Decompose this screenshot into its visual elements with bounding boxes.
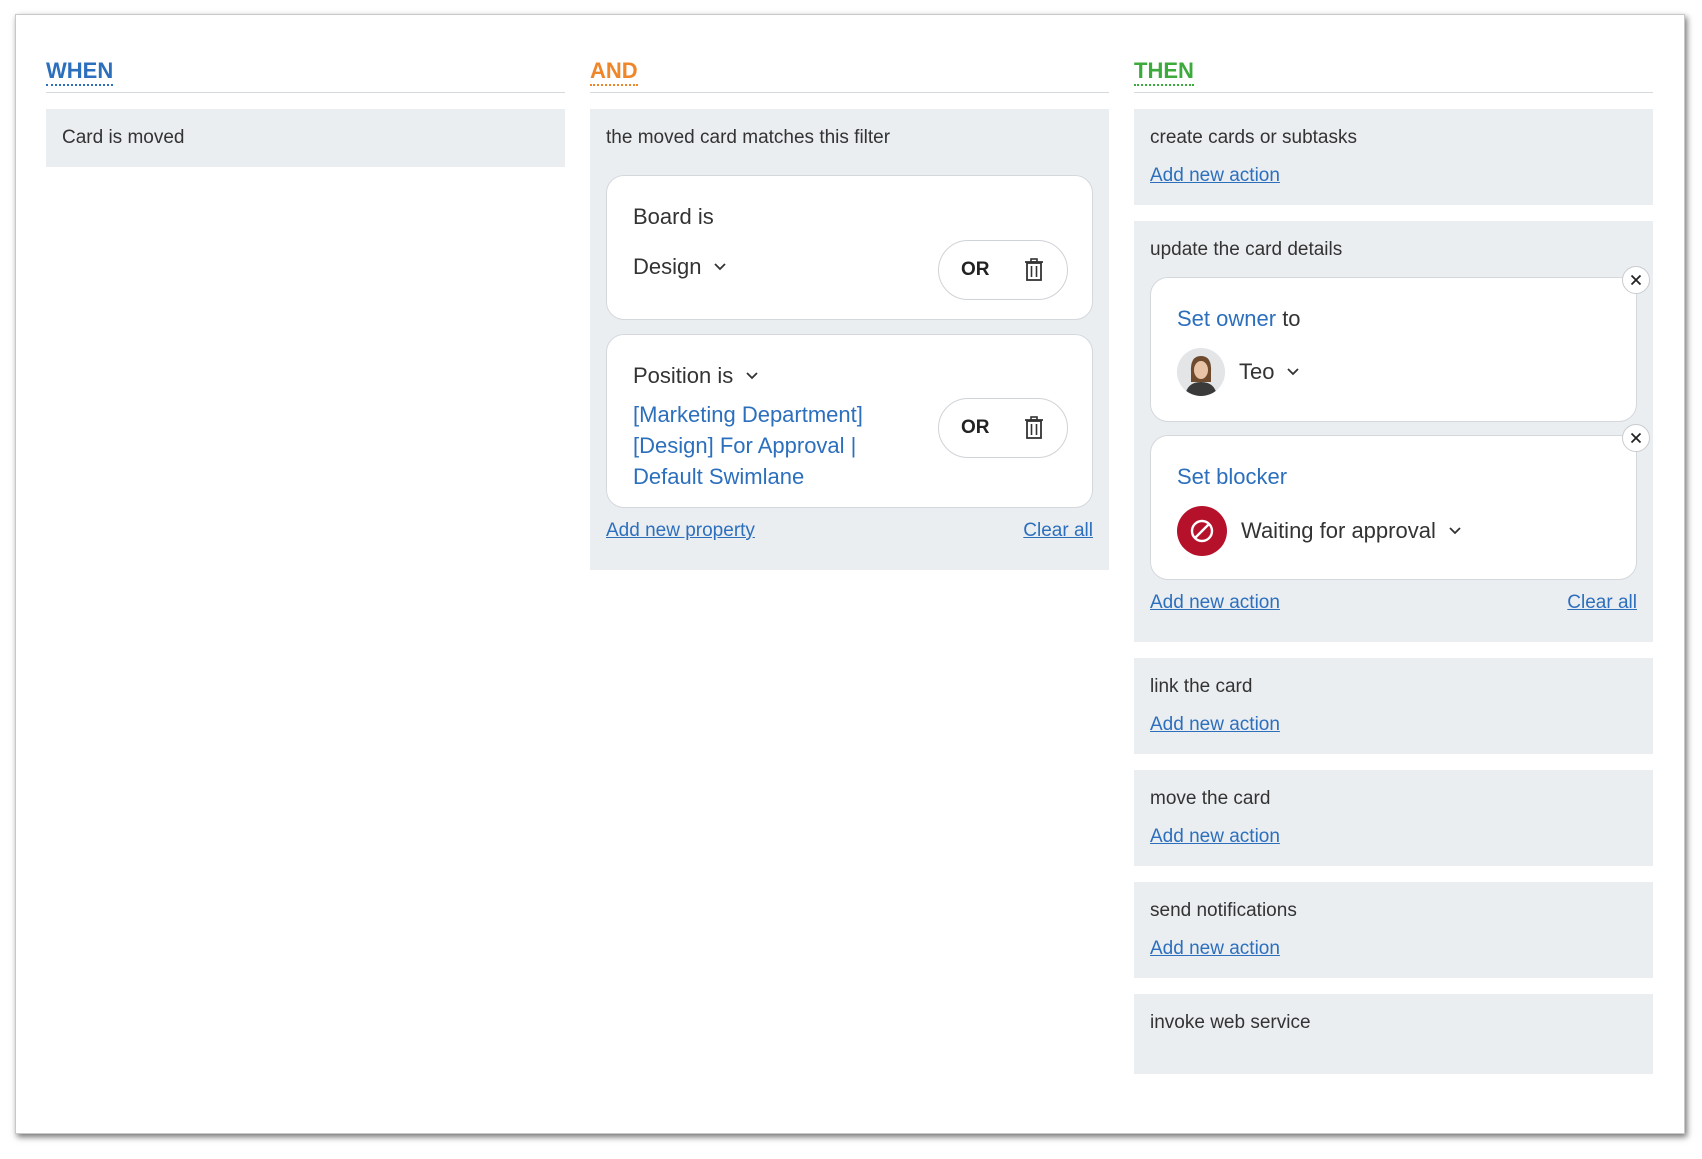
filter-section: the moved card matches this filter Board… — [590, 109, 1109, 570]
when-column: WHEN Card is moved — [46, 45, 565, 167]
add-new-action-link[interactable]: Add new action — [1150, 165, 1280, 186]
set-owner-card: Set owner to Teo — [1150, 266, 1650, 422]
board-filter-label: Board is — [633, 204, 714, 229]
trigger-section[interactable]: Card is moved — [46, 109, 565, 167]
position-filter-dropdown[interactable]: Position is — [633, 361, 759, 391]
position-filter-label: Position is — [633, 363, 734, 388]
invoke-web-service-title: invoke web service — [1150, 1012, 1311, 1033]
then-header: THEN — [1134, 45, 1653, 93]
blocker-dropdown-value: Waiting for approval — [1241, 518, 1436, 543]
user-avatar-icon — [1177, 348, 1225, 396]
when-header: WHEN — [46, 45, 565, 93]
chevron-down-icon — [1287, 368, 1300, 376]
chevron-down-icon — [714, 263, 727, 271]
trigger-label: Card is moved — [62, 127, 185, 148]
then-column: THEN create cards or subtasks Add new ac… — [1134, 45, 1653, 1074]
then-title: THEN — [1134, 59, 1194, 86]
owner-dropdown[interactable]: Teo — [1239, 359, 1300, 385]
add-new-action-link[interactable]: Add new action — [1150, 714, 1280, 735]
and-header: AND — [590, 45, 1109, 93]
trash-icon[interactable] — [1023, 258, 1045, 282]
update-card-links: Add new action Clear all — [1150, 590, 1637, 616]
board-dropdown-value: Design — [633, 254, 702, 279]
board-dropdown[interactable]: Design — [633, 254, 727, 280]
filter-links: Add new property Clear all — [606, 518, 1093, 544]
send-notifications-title: send notifications — [1150, 900, 1297, 921]
set-owner-label: Set owner to — [1177, 304, 1612, 334]
invoke-web-service-section: invoke web service — [1134, 994, 1653, 1074]
filter-section-title: the moved card matches this filter — [606, 127, 891, 148]
chevron-down-icon — [1449, 527, 1461, 535]
set-owner-suffix: to — [1282, 306, 1301, 331]
remove-owner-action-button[interactable] — [1622, 266, 1650, 294]
rule-editor-window: WHEN Card is moved AND the moved card ma… — [15, 14, 1685, 1134]
trash-icon[interactable] — [1023, 416, 1045, 440]
board-filter-card: Board is Design OR — [606, 175, 1093, 320]
position-filter-value[interactable]: [Marketing Department] [Design] For Appr… — [633, 399, 893, 492]
avatar — [1177, 348, 1225, 396]
create-cards-section: create cards or subtasks Add new action — [1134, 109, 1653, 205]
position-filter-card: Position is [Marketing Department] [Desi… — [606, 334, 1093, 508]
link-card-title: link the card — [1150, 676, 1253, 697]
clear-all-actions-link[interactable]: Clear all — [1567, 590, 1637, 616]
create-cards-title: create cards or subtasks — [1150, 127, 1357, 148]
and-column: AND the moved card matches this filter B… — [590, 45, 1109, 570]
add-new-property-link[interactable]: Add new property — [606, 518, 755, 544]
close-icon — [1630, 432, 1642, 444]
send-notifications-section: send notifications Add new action — [1134, 882, 1653, 978]
set-blocker-label: Set blocker — [1177, 462, 1612, 492]
position-or-pill: OR — [938, 398, 1068, 458]
blocker-dropdown[interactable]: Waiting for approval — [1241, 518, 1462, 544]
set-blocker-card: Set blocker Waiting for approval — [1150, 424, 1650, 580]
update-card-section: update the card details Set owner to Teo… — [1134, 221, 1653, 642]
clear-all-filters-link[interactable]: Clear all — [1023, 518, 1093, 544]
add-new-action-link[interactable]: Add new action — [1150, 938, 1280, 959]
move-card-section: move the card Add new action — [1134, 770, 1653, 866]
board-or-pill: OR — [938, 240, 1068, 300]
add-new-action-link[interactable]: Add new action — [1150, 826, 1280, 847]
chevron-down-icon — [746, 372, 758, 380]
block-icon — [1190, 519, 1214, 543]
remove-blocker-action-button[interactable] — [1622, 424, 1650, 452]
close-icon — [1630, 274, 1642, 286]
add-new-action-link[interactable]: Add new action — [1150, 590, 1280, 616]
set-owner-link[interactable]: Set owner — [1177, 306, 1276, 331]
owner-dropdown-value: Teo — [1239, 359, 1275, 384]
set-blocker-link[interactable]: Set blocker — [1177, 464, 1287, 489]
and-title: AND — [590, 59, 638, 86]
position-or-button[interactable]: OR — [961, 417, 990, 439]
blocker-icon — [1177, 506, 1227, 556]
move-card-title: move the card — [1150, 788, 1271, 809]
board-or-button[interactable]: OR — [961, 259, 990, 281]
link-card-section: link the card Add new action — [1134, 658, 1653, 754]
when-title: WHEN — [46, 59, 114, 86]
update-card-title: update the card details — [1150, 239, 1343, 260]
